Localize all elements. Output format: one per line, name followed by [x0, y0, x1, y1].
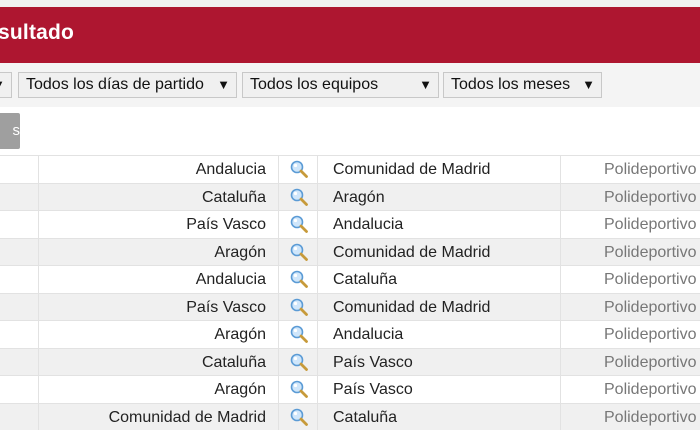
top-strip — [0, 0, 700, 7]
home-team-cell: País Vasco — [186, 216, 266, 233]
action-row: s — [0, 107, 700, 155]
detail-cell[interactable] — [278, 293, 318, 320]
row-leading-cell — [0, 183, 39, 210]
away-team-cell: Comunidad de Madrid — [333, 243, 491, 261]
team-filter-select[interactable]: Todos los equipos ▼ — [242, 72, 439, 98]
table-row: Andalucia Comunidad de Madrid Polideportiv… — [0, 155, 700, 183]
row-leading-cell — [0, 293, 39, 320]
row-leading-cell — [0, 156, 39, 183]
away-team-cell: Cataluña — [333, 408, 398, 426]
magnifier-icon[interactable] — [290, 188, 308, 206]
row-leading-cell — [0, 266, 39, 293]
filter-bar: ▼ Todos los días de partido ▼ Todos los … — [0, 63, 700, 107]
row-leading-cell — [0, 321, 39, 348]
detail-cell[interactable] — [278, 266, 318, 293]
row-leading-cell — [0, 403, 39, 430]
venue-cell: Polideportivo — [560, 403, 700, 430]
home-team-cell: País Vasco — [186, 298, 266, 316]
detail-cell[interactable] — [278, 348, 318, 375]
table-row: Andalucia Cataluña Polideportivo — [0, 265, 700, 293]
detail-cell[interactable] — [278, 156, 318, 183]
away-team-cell: País Vasco — [333, 381, 413, 398]
chevron-down-icon: ▼ — [582, 77, 595, 92]
venue-cell: Polideportivo — [560, 266, 700, 293]
table-row: Cataluña Aragón Polideportivo — [0, 182, 700, 210]
venue-cell: Polideportivo — [560, 211, 700, 238]
venue-cell: Polideportivo — [560, 376, 700, 403]
detail-cell[interactable] — [278, 376, 318, 403]
home-team-cell: Andalucia — [195, 271, 266, 288]
venue-cell: Polideportivo — [560, 156, 700, 183]
magnifier-icon[interactable] — [290, 160, 308, 178]
table-row: Comunidad de Madrid Cataluña Polideportivo — [0, 402, 700, 430]
away-team-cell: Andalucia — [333, 216, 404, 233]
away-team-cell: Cataluña — [333, 271, 398, 288]
detail-cell[interactable] — [278, 183, 318, 210]
table-row: País Vasco Andalucia Polideportivo — [0, 210, 700, 238]
away-team-cell: Comunidad de Madrid — [333, 298, 491, 316]
results-header: sultado — [0, 7, 700, 63]
home-team-cell: Aragón — [214, 326, 266, 343]
away-team-cell: País Vasco — [333, 353, 413, 371]
table-row: Aragón Andalucia Polideportivo — [0, 320, 700, 348]
detail-cell[interactable] — [278, 321, 318, 348]
row-leading-cell — [0, 348, 39, 375]
filter-apply-button[interactable]: s — [0, 113, 20, 149]
chevron-down-icon: ▼ — [419, 77, 432, 92]
home-team-cell: Aragón — [214, 381, 266, 398]
matchday-filter-select[interactable]: Todos los días de partido ▼ — [18, 72, 237, 98]
chevron-down-icon: ▼ — [0, 73, 5, 97]
results-table: Andalucia Comunidad de Madrid Polideportiv… — [0, 155, 700, 430]
row-leading-cell — [0, 238, 39, 265]
venue-cell: Polideportivo — [560, 348, 700, 375]
matchday-filter-label: Todos los días de partido — [26, 76, 204, 93]
detail-cell[interactable] — [278, 238, 318, 265]
magnifier-icon[interactable] — [290, 380, 308, 398]
table-row: Cataluña País Vasco Polideportivo — [0, 347, 700, 375]
row-leading-cell — [0, 376, 39, 403]
magnifier-icon[interactable] — [290, 298, 308, 316]
away-team-cell: Aragón — [333, 188, 385, 206]
table-row: Aragón Comunidad de Madrid Polideportivo — [0, 237, 700, 265]
page-title: sultado — [0, 21, 75, 44]
detail-cell[interactable] — [278, 211, 318, 238]
month-filter-select[interactable]: Todos los meses ▼ — [443, 72, 602, 98]
filter-select-partial[interactable]: ▼ — [0, 72, 12, 98]
venue-cell: Polideportivo — [560, 293, 700, 320]
magnifier-icon[interactable] — [290, 215, 308, 233]
magnifier-icon[interactable] — [290, 270, 308, 288]
row-leading-cell — [0, 211, 39, 238]
table-row: Aragón País Vasco Polideportivo — [0, 375, 700, 403]
away-team-cell: Andalucia — [333, 326, 404, 343]
venue-cell: Polideportivo — [560, 238, 700, 265]
magnifier-icon[interactable] — [290, 353, 308, 371]
venue-cell: Polideportivo — [560, 183, 700, 210]
home-team-cell: Cataluña — [201, 353, 266, 371]
away-team-cell: Comunidad de Madrid — [333, 161, 491, 178]
magnifier-icon[interactable] — [290, 325, 308, 343]
magnifier-icon[interactable] — [290, 408, 308, 426]
month-filter-label: Todos los meses — [451, 76, 571, 93]
home-team-cell: Comunidad de Madrid — [108, 408, 266, 426]
home-team-cell: Aragón — [214, 243, 266, 261]
venue-cell: Polideportivo — [560, 321, 700, 348]
table-row: País Vasco Comunidad de Madrid Polideporti… — [0, 292, 700, 320]
team-filter-label: Todos los equipos — [250, 76, 379, 93]
chevron-down-icon: ▼ — [217, 77, 230, 92]
detail-cell[interactable] — [278, 403, 318, 430]
home-team-cell: Andalucia — [195, 161, 266, 178]
home-team-cell: Cataluña — [201, 188, 266, 206]
magnifier-icon[interactable] — [290, 243, 308, 261]
